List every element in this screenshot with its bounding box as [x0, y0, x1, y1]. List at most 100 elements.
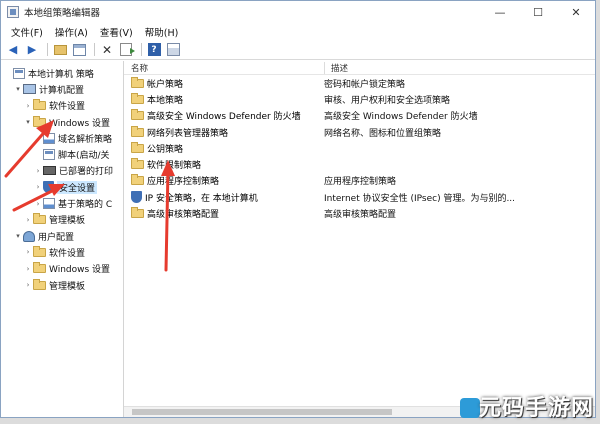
- watermark-logo-icon: [460, 398, 480, 418]
- tree-item-label: 基于策略的 C: [58, 200, 113, 211]
- close-button[interactable]: ✕: [557, 1, 595, 23]
- list-item-name-cell: IP 安全策略，在 本地计算机: [124, 191, 324, 204]
- list-item-name: 应用程序控制策略: [147, 177, 220, 188]
- back-arrow-icon[interactable]: ◀: [5, 42, 21, 58]
- list-item-name-cell: 应用程序控制策略: [124, 174, 324, 187]
- expand-toggle-icon[interactable]: ›: [23, 281, 33, 289]
- menu-file[interactable]: 文件(F): [5, 25, 49, 39]
- forward-arrow-icon[interactable]: ▶: [24, 42, 40, 58]
- toolbar: ◀ ▶ ✕ ?: [1, 40, 595, 60]
- menu-bar: 文件(F) 操作(A) 查看(V) 帮助(H): [1, 23, 595, 40]
- printer-icon: [43, 166, 56, 176]
- menu-action[interactable]: 操作(A): [49, 25, 94, 39]
- tree-item[interactable]: 域名解析策略: [1, 130, 123, 146]
- console-tree: 本地计算机 策略 ▾ 计算机配置 › 软件设置 ▾ Windows 设置域名解析策略 脚本(启…: [1, 61, 124, 417]
- expand-toggle-icon[interactable]: ›: [23, 265, 33, 273]
- up-folder-icon: [53, 44, 67, 55]
- expand-toggle-icon[interactable]: ›: [33, 167, 43, 175]
- toolbar-divider: [94, 43, 95, 56]
- list-item[interactable]: 高级安全 Windows Defender 防火墙 高级安全 Windows De…: [124, 108, 595, 124]
- up-folder-button[interactable]: [52, 42, 68, 58]
- list-item[interactable]: 公钥策略: [124, 140, 595, 156]
- list-item-name-cell: 高级安全 Windows Defender 防火墙: [124, 109, 324, 122]
- show-hide-tree-button[interactable]: [71, 42, 87, 58]
- list-item-name-cell: 公钥策略: [124, 141, 324, 155]
- tree-item[interactable]: › 安全设置: [1, 179, 123, 195]
- tree-item[interactable]: › 管理模板: [1, 212, 123, 228]
- list-item-name-cell: 帐户策略: [124, 76, 324, 90]
- help-button[interactable]: ?: [146, 42, 162, 58]
- folder-icon: [33, 278, 46, 290]
- list-item-name: 帐户策略: [147, 79, 184, 90]
- help-icon: ?: [147, 43, 161, 56]
- tree-item-label: 本地计算机 策略: [28, 69, 94, 80]
- folder-icon: [33, 262, 46, 274]
- chart-icon: [43, 132, 55, 144]
- delete-icon[interactable]: ✕: [99, 42, 115, 58]
- doc-icon: [13, 67, 25, 79]
- tree-item[interactable]: › 基于策略的 C: [1, 195, 123, 211]
- list-item-description: Internet 协议安全性 (IPsec) 管理。为与别的...: [324, 193, 516, 204]
- menu-view[interactable]: 查看(V): [94, 25, 139, 39]
- expand-toggle-icon[interactable]: ›: [23, 102, 33, 110]
- list-item[interactable]: 本地策略 审核、用户权利和安全选项策略: [124, 91, 595, 107]
- tree-item[interactable]: › 软件设置: [1, 98, 123, 114]
- list-item-name-cell: 高级审核策略配置: [124, 207, 324, 220]
- tree-item[interactable]: › 管理模板: [1, 277, 123, 293]
- folder-icon: [131, 109, 144, 121]
- expand-toggle-icon[interactable]: ›: [33, 183, 43, 191]
- tree-item[interactable]: › 软件设置: [1, 244, 123, 260]
- list-item[interactable]: IP 安全策略，在 本地计算机 Internet 协议安全性 (IPsec) 管理…: [124, 189, 595, 205]
- shield-icon: [131, 191, 142, 204]
- list-item[interactable]: 高级审核策略配置 高级审核策略配置: [124, 205, 595, 221]
- tree-item[interactable]: 本地计算机 策略: [1, 65, 123, 81]
- expand-toggle-icon[interactable]: ›: [23, 216, 33, 224]
- tree-item[interactable]: ▾ Windows 设置: [1, 114, 123, 130]
- tree-item[interactable]: ▾ 用户配置: [1, 228, 123, 244]
- list-item[interactable]: 帐户策略 密码和帐户锁定策略: [124, 75, 595, 91]
- properties-button[interactable]: [165, 42, 181, 58]
- export-list-button[interactable]: [118, 42, 135, 58]
- tree-item[interactable]: ▾ 计算机配置: [1, 81, 123, 97]
- maximize-button[interactable]: ☐: [519, 1, 557, 23]
- list-item[interactable]: 应用程序控制策略 应用程序控制策略: [124, 173, 595, 189]
- tree-item-label: 软件设置: [49, 102, 86, 113]
- expand-toggle-icon[interactable]: ▾: [13, 232, 23, 240]
- column-name-header[interactable]: 名称: [124, 62, 324, 74]
- tree-item-label: 管理模板: [49, 216, 86, 227]
- computer-icon: [23, 84, 36, 95]
- toolbar-divider: [141, 43, 142, 56]
- minimize-button[interactable]: —: [481, 1, 519, 23]
- scrollbar-thumb[interactable]: [132, 409, 392, 415]
- tree-item-label: 管理模板: [49, 281, 86, 292]
- menu-help[interactable]: 帮助(H): [139, 25, 185, 39]
- tree-item-label: 域名解析策略: [58, 134, 113, 145]
- policy-list: 帐户策略 密码和帐户锁定策略 本地策略 审核、用户权利和安全选项策略 高级安全 Wind…: [124, 75, 595, 222]
- tree-item[interactable]: 脚本(启动/关: [1, 146, 123, 162]
- folder-icon: [131, 158, 144, 170]
- list-item-description: 网络名称、图标和位置组策略: [324, 128, 442, 139]
- list-item[interactable]: 网络列表管理器策略 网络名称、图标和位置组策略: [124, 124, 595, 140]
- expand-toggle-icon[interactable]: ›: [23, 248, 33, 256]
- expand-toggle-icon[interactable]: ›: [33, 200, 43, 208]
- export-icon: [120, 43, 135, 56]
- column-desc-header[interactable]: 描述: [325, 62, 595, 74]
- folder-icon: [131, 76, 144, 88]
- list-header: 名称 描述: [124, 61, 595, 75]
- folder-icon: [131, 207, 144, 219]
- expand-toggle-icon[interactable]: ▾: [23, 118, 33, 126]
- tree-item[interactable]: › 已部署的打印: [1, 163, 123, 179]
- folder-icon: [33, 245, 46, 257]
- tree-item-label: 已部署的打印: [59, 167, 114, 178]
- list-item[interactable]: 软件限制策略: [124, 156, 595, 172]
- list-item-name: 高级安全 Windows Defender 防火墙: [147, 112, 301, 123]
- watermark-text: 元码手游网: [478, 396, 594, 421]
- list-item-name: 软件限制策略: [147, 161, 202, 172]
- list-item-description: 高级安全 Windows Defender 防火墙: [324, 112, 478, 123]
- expand-toggle-icon[interactable]: ▾: [13, 85, 23, 93]
- window-title: 本地组策略编辑器: [24, 8, 101, 19]
- tree-item[interactable]: › Windows 设置: [1, 261, 123, 277]
- list-item-description: 应用程序控制策略: [324, 177, 397, 188]
- folder-icon: [131, 125, 144, 137]
- list-item-name: 网络列表管理器策略: [147, 128, 229, 139]
